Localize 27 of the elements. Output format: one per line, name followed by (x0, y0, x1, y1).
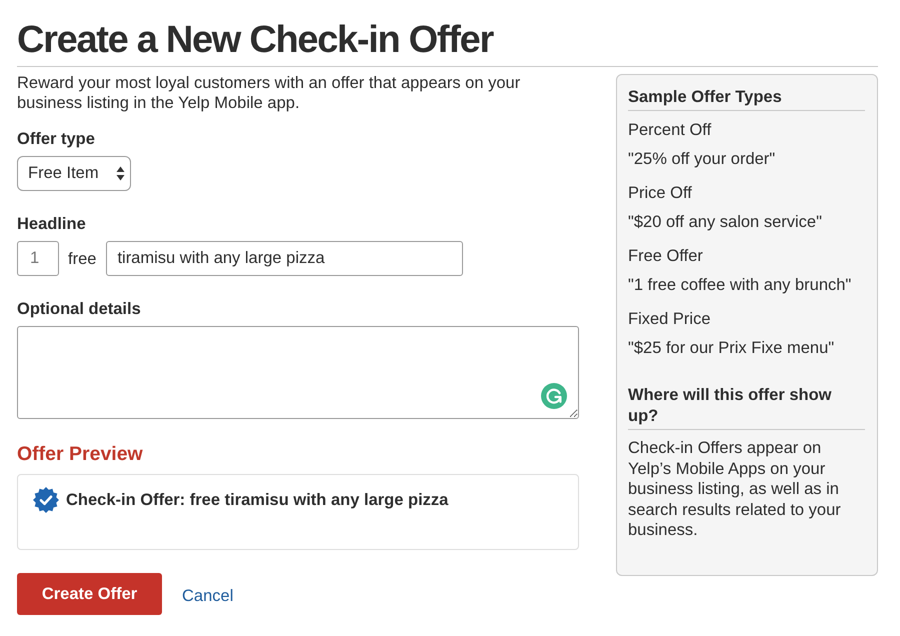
intro-text: Reward your most loyal customers with an offer that appears on your business listing in the Yelp Mobile app. (17, 73, 522, 113)
details-label: Optional details (17, 299, 142, 319)
sidebar-text: Check-in Offers appear on Yelp’s Mobile Apps on your business listing, as well as in search results related to your business. (628, 438, 842, 540)
offer-type-label: Offer type (17, 129, 96, 149)
offer-type-select[interactable]: Free Item (17, 156, 131, 191)
up-down-arrows-icon (116, 166, 125, 181)
offer-type-name: Percent Off (628, 120, 712, 140)
offer-type-example: "$20 off any salon service" (628, 212, 823, 232)
sidebar-heading: Sample Offer Types (628, 87, 865, 111)
offer-type-example: "$25 for our Prix Fixe menu" (628, 338, 836, 358)
cancel-link[interactable]: Cancel (182, 586, 234, 606)
offer-type-name: Price Off (628, 183, 693, 203)
offer-type-name: Fixed Price (628, 309, 712, 329)
sidebar-heading: Where will this offer show up? (628, 385, 865, 430)
details-field[interactable] (17, 326, 579, 419)
offer-type-example: "25% off your order" (628, 149, 776, 169)
connector-text: free (68, 248, 96, 268)
quantity-field[interactable]: 1 (17, 241, 59, 276)
offer-type-name: Free Offer (628, 246, 704, 266)
headline-label: Headline (17, 214, 87, 234)
offer-type-example: "1 free coffee with any brunch" (628, 275, 852, 295)
page-title: Create a New Check-in Offer (17, 18, 494, 62)
preview-text: Check-in Offer: free tiramisu with any large pizza (66, 490, 448, 511)
verified-badge-icon (33, 487, 59, 513)
create-offer-button[interactable]: Create Offer (17, 573, 162, 615)
preview-heading: Offer Preview (17, 443, 144, 465)
item-field[interactable]: tiramisu with any large pizza (106, 241, 464, 276)
